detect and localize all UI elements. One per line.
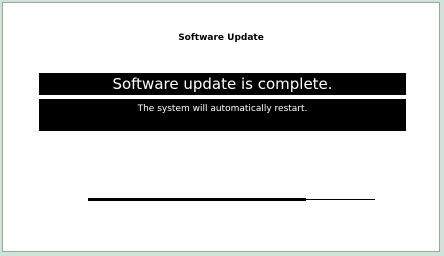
status-banner-sub: The system will automatically restart. [39,99,406,131]
progress-bar [88,198,375,201]
software-update-window: Software Update Software update is compl… [2,2,440,252]
dialog-title: Software Update [178,33,264,43]
progress-fill [88,198,307,201]
status-banner-main: Software update is complete. [39,73,406,95]
